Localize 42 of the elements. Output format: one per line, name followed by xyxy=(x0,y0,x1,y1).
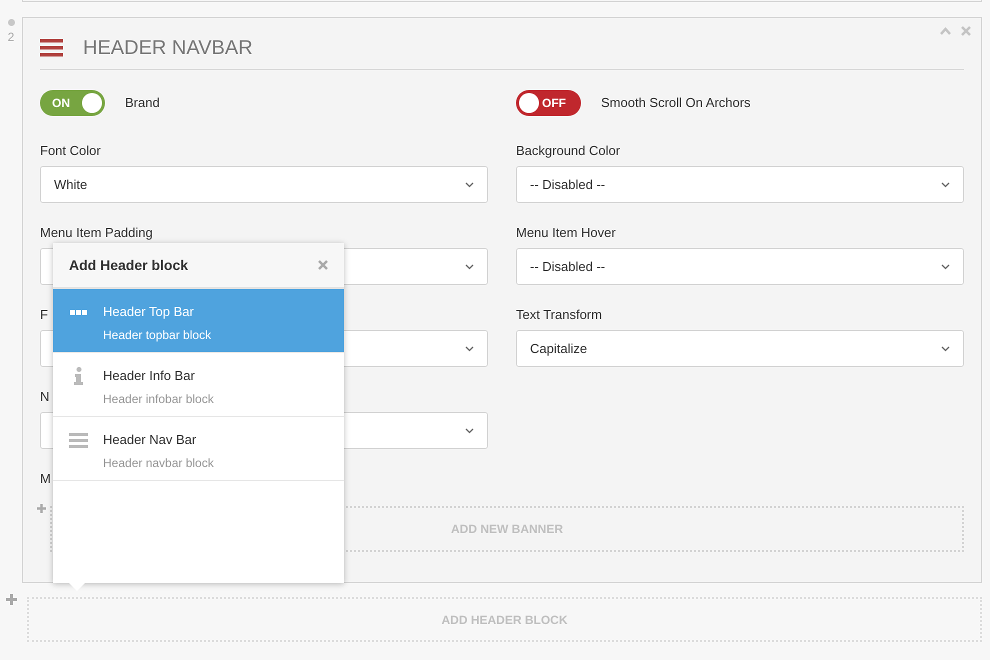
chevron-down-icon xyxy=(941,182,950,188)
field-label: Menu Item Hover xyxy=(516,225,616,240)
field-label: Font Color xyxy=(40,143,101,158)
select-field[interactable]: Capitalize xyxy=(516,330,964,367)
option-subtitle: Header infobar block xyxy=(103,390,214,408)
block-option[interactable]: Header Nav Bar Header navbar block xyxy=(53,417,344,481)
block-option[interactable]: Header Info Bar Header infobar block xyxy=(53,353,344,417)
field-label: F xyxy=(40,307,48,322)
chevron-down-icon xyxy=(941,346,950,352)
panel-title: HEADER NAVBAR xyxy=(83,36,253,60)
toggle-switch[interactable]: OFF xyxy=(516,90,581,116)
field-label: N xyxy=(40,389,50,404)
field-label: M xyxy=(40,471,51,486)
field-label: Text Transform xyxy=(516,307,602,322)
option-title: Header Top Bar xyxy=(103,303,195,321)
add-icon[interactable] xyxy=(37,504,46,513)
info-icon xyxy=(74,367,82,385)
option-subtitle: Header topbar block xyxy=(103,326,212,344)
select-field[interactable]: White xyxy=(40,166,488,203)
popup-title: Add Header block xyxy=(69,256,188,274)
close-icon[interactable] xyxy=(318,260,328,270)
option-subtitle: Header navbar block xyxy=(103,454,214,472)
chevron-down-icon xyxy=(465,346,474,352)
select-field[interactable]: -- Disabled -- xyxy=(516,166,964,203)
collapse-icon[interactable] xyxy=(940,27,951,35)
chevron-down-icon xyxy=(465,264,474,270)
select-field[interactable]: -- Disabled -- xyxy=(516,248,964,285)
chevron-down-icon xyxy=(465,182,474,188)
block-number: 2 xyxy=(8,29,14,46)
toggle-label: Brand xyxy=(125,94,160,112)
option-title: Header Info Bar xyxy=(103,367,196,385)
chevron-down-icon xyxy=(465,428,474,434)
close-icon[interactable] xyxy=(961,26,971,36)
menu-icon xyxy=(40,38,63,56)
option-title: Header Nav Bar xyxy=(103,431,198,449)
list-icon xyxy=(68,432,88,448)
toggle-label: Smooth Scroll On Archors xyxy=(601,94,751,112)
field-label: Background Color xyxy=(516,143,620,158)
add-icon[interactable] xyxy=(5,593,18,606)
field-label: Menu Item Padding xyxy=(40,225,153,240)
chevron-down-icon xyxy=(941,264,950,270)
dots-icon xyxy=(70,310,86,314)
